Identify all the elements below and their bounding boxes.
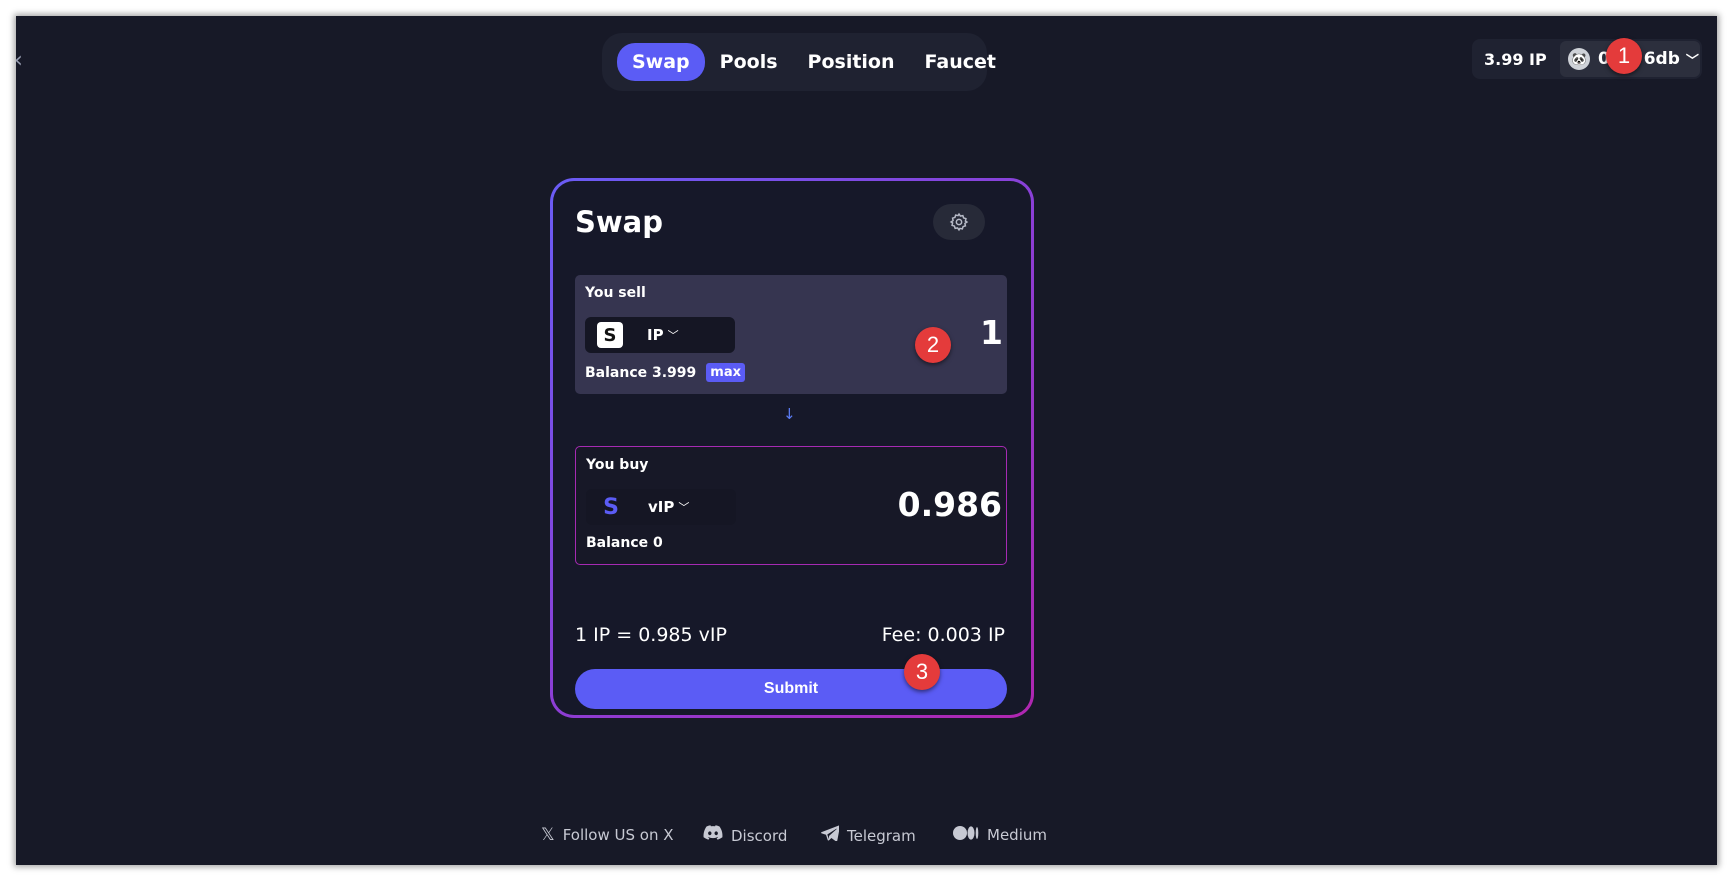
footer-link-label: Medium [987, 826, 1047, 844]
swap-direction-icon[interactable]: ↓ [783, 405, 796, 423]
swap-card-body: Swap You sell S IP ﹀ 1 Balance 3.999 max… [553, 181, 1031, 715]
chevron-down-icon: ﹀ [1685, 53, 1699, 69]
footer-link-label: Discord [731, 826, 788, 845]
medium-icon [953, 825, 979, 845]
gear-icon [949, 212, 969, 232]
buy-label: You buy [586, 457, 649, 473]
ip-token-icon: S [597, 322, 623, 348]
buy-balance: Balance 0 [586, 535, 663, 551]
sell-amount-input[interactable]: 1 [980, 313, 1003, 352]
footer-link-discord[interactable]: Discord [703, 825, 787, 846]
app-window: ‹ Swap Pools Position Faucet 3.99 IP 🐼 0… [16, 16, 1717, 865]
swap-title: Swap [575, 205, 664, 239]
top-nav: Swap Pools Position Faucet [602, 33, 996, 91]
wallet-balance: 3.99 IP [1484, 49, 1547, 69]
settings-button[interactable] [933, 204, 985, 240]
step-marker-2: 2 [915, 327, 951, 363]
sell-token-selector[interactable]: S IP ﹀ [585, 317, 735, 353]
buy-balance-row: Balance 0 [586, 535, 663, 551]
tab-faucet[interactable]: Faucet [910, 43, 1011, 81]
step-marker-1: 1 [1606, 38, 1642, 74]
footer-link-telegram[interactable]: Telegram [821, 825, 916, 846]
vip-token-icon: S [603, 494, 619, 520]
buy-token-selector[interactable]: S vIP ﹀ [586, 489, 736, 525]
buy-panel: You buy S vIP ﹀ 0.986 Balance 0 [575, 446, 1007, 565]
buy-amount-output: 0.986 [897, 485, 1002, 524]
tab-swap[interactable]: Swap [617, 43, 705, 81]
chevron-down-icon: ﹀ [678, 501, 690, 514]
footer-link-medium[interactable]: Medium [953, 825, 1047, 845]
footer-link-label: Telegram [847, 826, 916, 845]
chevron-down-icon: ﹀ [667, 329, 679, 342]
swap-card: Swap You sell S IP ﹀ 1 Balance 3.999 max… [550, 178, 1034, 718]
footer-link-x[interactable]: 𝕏 Follow US on X [541, 825, 674, 845]
sell-balance-row: Balance 3.999 max [585, 363, 746, 382]
footer-link-label: Follow US on X [562, 826, 674, 844]
max-button[interactable]: max [706, 363, 746, 382]
sell-token-name: IP [647, 326, 664, 344]
tab-pools[interactable]: Pools [705, 43, 793, 81]
collapse-icon[interactable]: ‹ [16, 50, 23, 72]
tab-position[interactable]: Position [793, 43, 910, 81]
step-marker-3: 3 [904, 654, 940, 690]
exchange-rate: 1 IP = 0.985 vIP [575, 624, 727, 646]
buy-token-name: vIP [648, 498, 675, 516]
submit-button[interactable]: Submit [575, 669, 1007, 709]
sell-label: You sell [585, 285, 646, 301]
wallet-widget: 3.99 IP 🐼 0x… 6db ﹀ [1472, 39, 1702, 79]
avatar: 🐼 [1568, 48, 1590, 70]
discord-icon [703, 825, 723, 846]
sell-balance: Balance 3.999 [585, 364, 697, 381]
fee-text: Fee: 0.003 IP [881, 624, 1005, 646]
telegram-icon [821, 825, 840, 846]
x-icon: 𝕏 [541, 825, 555, 845]
